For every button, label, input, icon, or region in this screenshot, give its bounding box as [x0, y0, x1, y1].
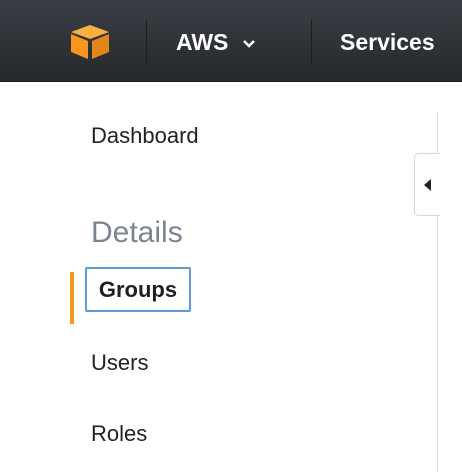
sidebar-section-heading: Details	[91, 216, 183, 249]
active-item-indicator	[70, 272, 74, 324]
sidebar-item-dashboard[interactable]: Dashboard	[91, 123, 199, 149]
chevron-down-icon	[243, 39, 256, 48]
aws-account-menu[interactable]: AWS	[176, 26, 256, 58]
sidebar-navigation: Dashboard Details Groups Users Roles	[0, 82, 438, 472]
sidebar-item-users[interactable]: Users	[91, 350, 148, 376]
aws-menu-label: AWS	[176, 28, 229, 55]
sidebar-collapse-button[interactable]	[414, 153, 440, 216]
top-navigation-bar: AWS Services	[0, 0, 462, 82]
aws-cube-logo-icon[interactable]	[68, 23, 112, 61]
services-menu[interactable]: Services	[340, 26, 435, 58]
sidebar-item-roles[interactable]: Roles	[91, 421, 147, 447]
sidebar-item-groups[interactable]: Groups	[85, 267, 191, 312]
caret-left-icon	[423, 178, 431, 191]
topbar-divider	[146, 20, 147, 64]
topbar-divider	[311, 20, 312, 64]
